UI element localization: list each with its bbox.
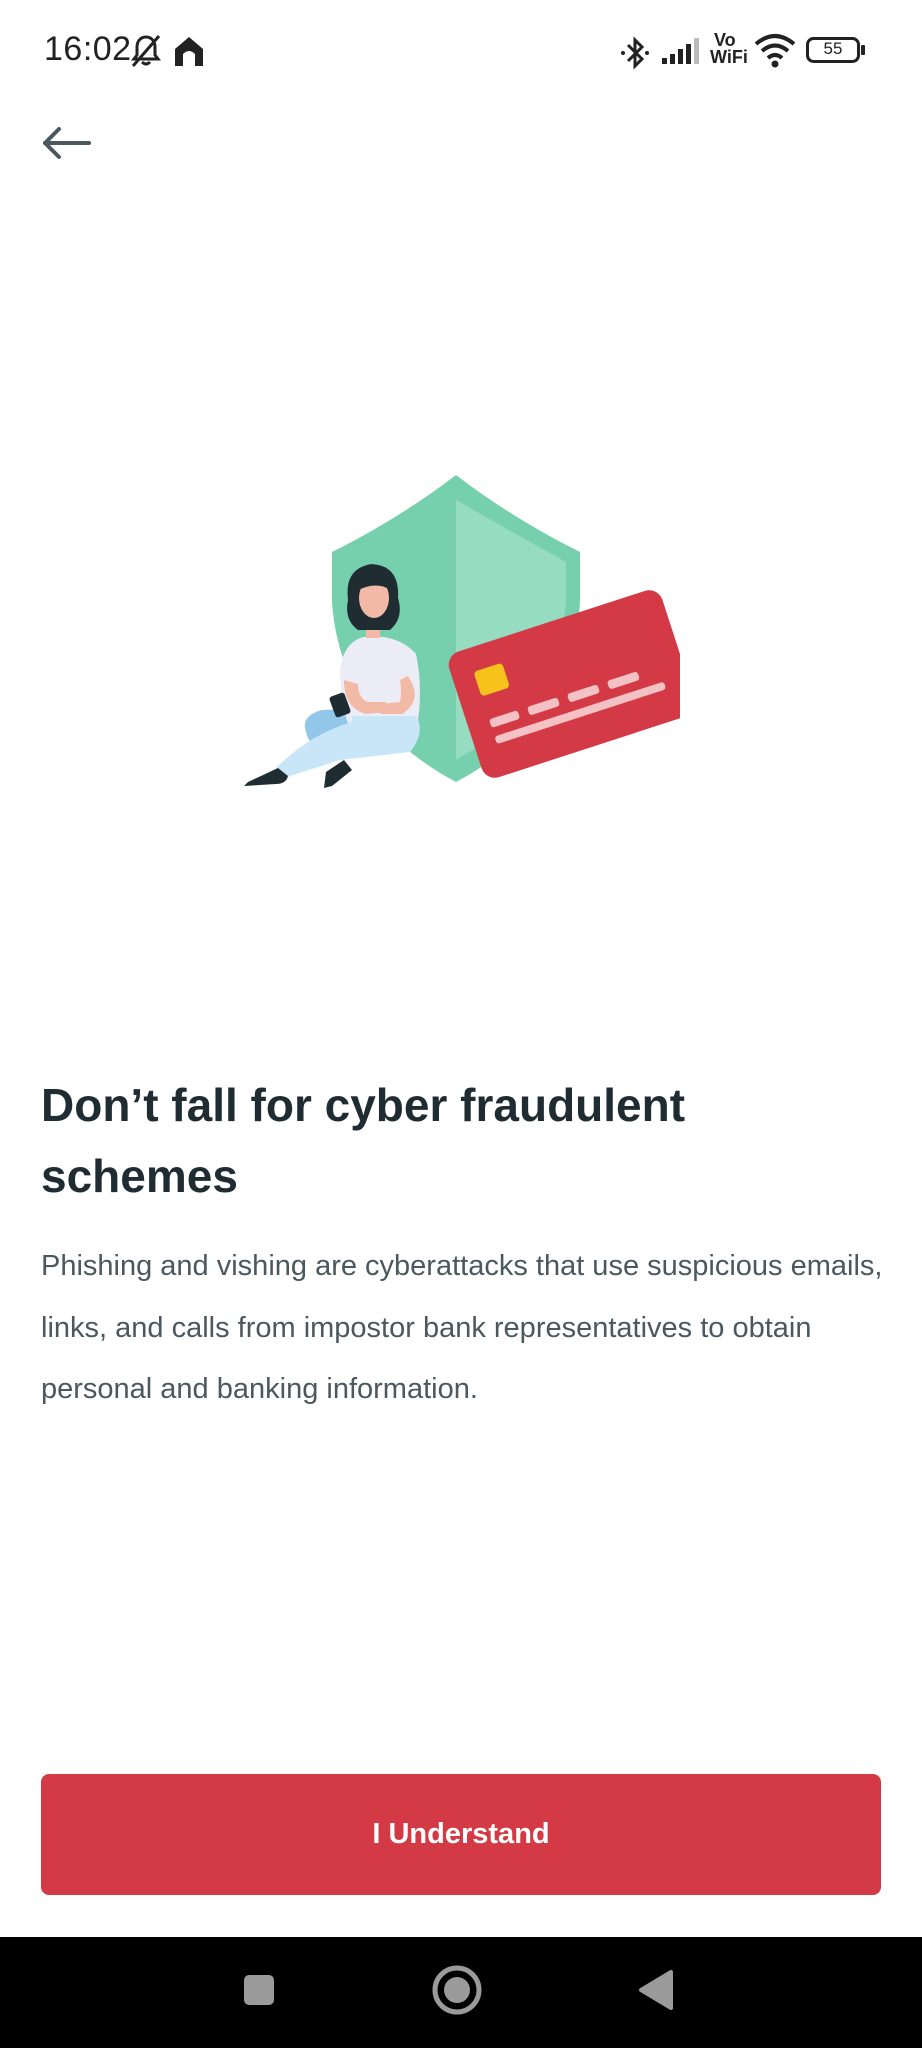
bell-off-icon xyxy=(130,34,162,73)
bluetooth-icon xyxy=(618,36,652,75)
back-button[interactable] xyxy=(30,112,102,178)
page-description: Phishing and vishing are cyberattacks th… xyxy=(41,1250,883,1405)
page-title: Don’t fall for cyber fraudulent schemes xyxy=(41,1079,686,1202)
home-button[interactable] xyxy=(424,1959,490,2025)
back-nav-button[interactable] xyxy=(622,1959,688,2025)
system-navigation-bar xyxy=(0,1937,922,2048)
vowifi-icon: Vo WiFi xyxy=(710,30,748,67)
home-circle-icon xyxy=(431,1964,483,2021)
home-icon xyxy=(172,34,206,73)
wifi-icon xyxy=(754,32,796,73)
back-triangle-icon xyxy=(635,1968,675,2017)
recents-square-icon xyxy=(242,1973,276,2012)
woman-shield-credit-card-illustration xyxy=(240,470,696,820)
battery-icon: 55 xyxy=(806,37,865,63)
status-time: 16:02 xyxy=(44,30,132,68)
status-bar: 16:02 Vo WiFi 55 xyxy=(0,0,922,104)
battery-level: 55 xyxy=(823,39,843,58)
recents-button[interactable] xyxy=(226,1959,292,2025)
understand-button[interactable]: I Understand xyxy=(41,1774,881,1895)
signal-icon xyxy=(660,36,704,71)
arrow-left-icon xyxy=(41,126,91,165)
